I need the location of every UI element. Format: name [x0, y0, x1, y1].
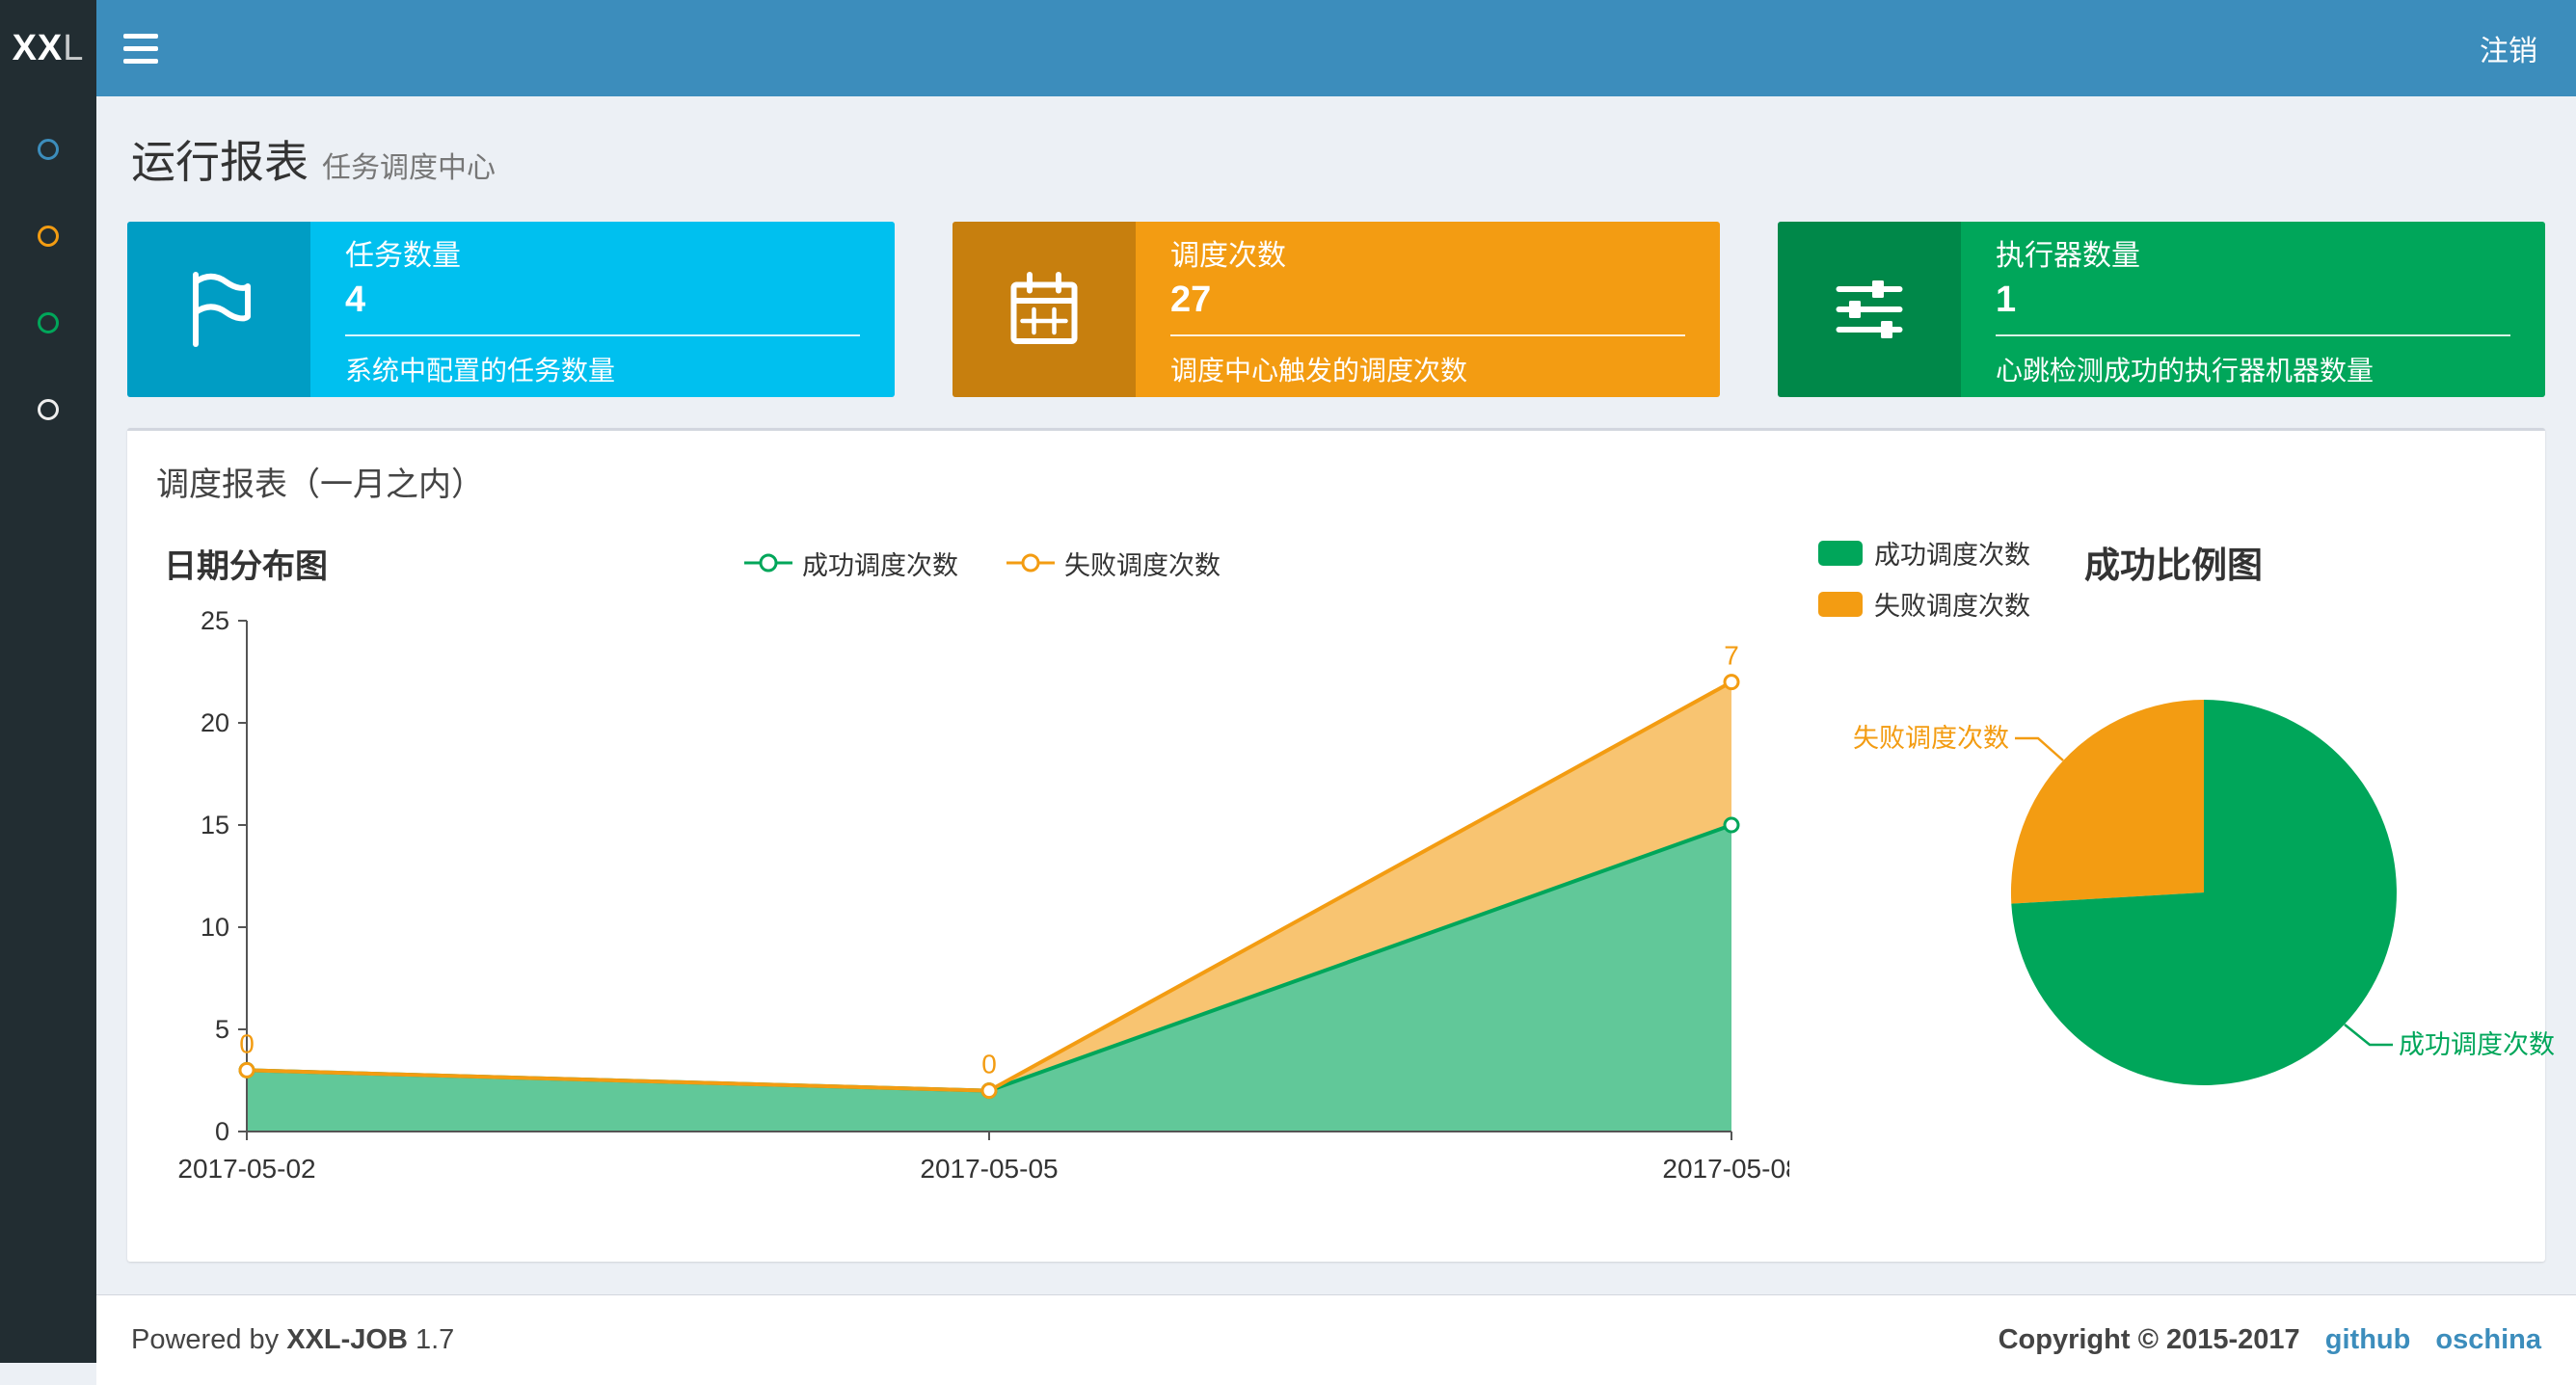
date-distribution-chart: 05101520252017-05-02 2017-05-05 2017-05-08…	[177, 606, 1800, 1184]
legend-swatch	[1818, 540, 1863, 566]
legend-label: 失败调度次数	[1874, 592, 2030, 621]
legend-item-success[interactable]: 成功调度次数	[1818, 534, 2030, 572]
success-callout-label: 成功调度次数	[2399, 1030, 2555, 1059]
svg-text:2017-05-02: 2017-05-02	[177, 1154, 315, 1184]
sidebar-item-2[interactable]	[0, 193, 96, 280]
powered-prefix: Powered by	[131, 1324, 280, 1355]
fail-point	[1723, 674, 1740, 691]
sidebar-item-4[interactable]	[0, 366, 96, 453]
sidebar-item-3[interactable]	[0, 280, 96, 366]
info-box-value: 27	[1170, 279, 1212, 320]
fail-callout-line	[2015, 736, 2064, 761]
info-box-title: 执行器数量	[1996, 239, 2140, 272]
copyright-area: Copyright © 2015-2017 github oschina	[1999, 1324, 2541, 1356]
svg-text:2017-05-05: 2017-05-05	[920, 1154, 1058, 1184]
svg-text:10: 10	[201, 913, 229, 942]
sidebar-item-1[interactable]	[0, 106, 96, 193]
legend-label: 成功调度次数	[802, 550, 958, 580]
summary-boxes-row: 任务数量 4 系统中配置的任务数量 调度次数 27 调度中心触发的调度次数 执行…	[96, 197, 2576, 422]
github-link[interactable]: github	[2325, 1324, 2411, 1355]
point-label: 0	[981, 1050, 997, 1079]
logo-text-light: L	[63, 27, 85, 68]
circle-icon	[38, 139, 59, 160]
pie-slice-1	[2010, 700, 2204, 904]
logout-link[interactable]: 注销	[2441, 0, 2576, 96]
success-point	[1723, 816, 1740, 834]
info-box-trigger-count: 调度次数 27 调度中心触发的调度次数	[953, 222, 1720, 397]
product-name: XXL-JOB	[286, 1324, 408, 1355]
page-footer: Powered by XXL-JOB 1.7 Copyright © 2015-…	[96, 1294, 2576, 1385]
info-box-description: 调度中心触发的调度次数	[1170, 355, 1468, 386]
page-title: 运行报表	[131, 137, 309, 187]
fail-callout-label: 失败调度次数	[1853, 724, 2009, 753]
legend-label: 失败调度次数	[1064, 550, 1221, 580]
circle-icon	[38, 399, 59, 420]
success-ratio-chart: 失败调度次数 成功调度次数	[1853, 700, 2555, 1085]
hamburger-icon	[123, 33, 158, 39]
sliders-icon	[1778, 222, 1961, 397]
line-chart-title: 日期分布图	[164, 547, 328, 585]
info-box-value: 4	[345, 279, 366, 320]
info-box-title: 任务数量	[345, 239, 461, 272]
legend-swatch	[1818, 591, 1863, 617]
pie-chart-title: 成功比例图	[2084, 546, 2263, 585]
point-label: 0	[239, 1028, 255, 1058]
info-box-description: 系统中配置的任务数量	[345, 355, 616, 386]
powered-by: Powered by XXL-JOB 1.7	[131, 1324, 454, 1356]
sidebar-toggle-button[interactable]	[96, 0, 185, 96]
report-panel-title: 调度报表（一月之内）	[156, 466, 484, 503]
success-callout-line	[2344, 1024, 2393, 1047]
report-panel-body: 日期分布图 成功调度次数 失败调度次数 0 5 10 15 20 25 2017…	[127, 524, 2555, 1262]
product-version: 1.7	[415, 1324, 455, 1355]
main-content: 运行报表 任务调度中心 任务数量 4 系统中配置的任务数量 调度次数 27 调度…	[96, 96, 2576, 1385]
info-box-content: 调度次数 27 调度中心触发的调度次数	[1136, 222, 1720, 397]
circle-icon	[38, 226, 59, 247]
app-logo[interactable]: XX L	[0, 0, 96, 96]
info-box-content: 执行器数量 1 心跳检测成功的执行器机器数量	[1961, 222, 2545, 397]
date-distribution-block: 日期分布图 成功调度次数 失败调度次数 0 5 10 15 20 25 2017…	[150, 534, 1809, 1233]
info-box-value: 1	[1996, 279, 2017, 320]
oschina-link[interactable]: oschina	[2435, 1324, 2541, 1355]
y-axis-labels: 0 5 10 15 20 25	[201, 606, 229, 1146]
success-ratio-block: 成功调度次数 失败调度次数 成功比例图 失败调度次数 成功调度次数	[1809, 534, 2576, 1233]
point-label: 7	[1724, 641, 1739, 671]
svg-text:25: 25	[201, 606, 229, 635]
line-circle-marker-icon	[744, 553, 792, 573]
page-header: 运行报表 任务调度中心	[96, 96, 2576, 197]
legend-item-fail[interactable]: 失败调度次数	[1818, 585, 2030, 623]
line-chart-legend: 成功调度次数 失败调度次数	[328, 545, 1635, 582]
top-navbar: XX L 注销	[0, 0, 2576, 96]
line-circle-marker-icon	[1006, 553, 1055, 573]
legend-item-fail[interactable]: 失败调度次数	[1005, 545, 1221, 582]
copyright-text: Copyright © 2015-2017	[1998, 1324, 2300, 1355]
calendar-icon	[953, 222, 1136, 397]
page-subtitle: 任务调度中心	[322, 152, 496, 184]
fail-point	[980, 1082, 998, 1100]
info-box-title: 调度次数	[1170, 239, 1286, 272]
svg-text:0: 0	[215, 1117, 229, 1146]
legend-item-success[interactable]: 成功调度次数	[742, 545, 958, 582]
report-panel: 调度报表（一月之内） 日期分布图 成功调度次数 失败调度次数 0 5 10 15…	[127, 428, 2555, 1262]
divider	[1170, 333, 1685, 336]
svg-text:5: 5	[215, 1015, 229, 1044]
info-box-executor-count: 执行器数量 1 心跳检测成功的执行器机器数量	[1778, 222, 2545, 397]
logo-text-bold: XX	[12, 27, 64, 68]
info-box-content: 任务数量 4 系统中配置的任务数量	[310, 222, 895, 397]
flag-icon	[127, 222, 310, 397]
svg-text:2017-05-08: 2017-05-08	[1662, 1154, 1789, 1184]
fail-point	[238, 1061, 255, 1079]
svg-text:20: 20	[201, 708, 229, 737]
info-box-job-count: 任务数量 4 系统中配置的任务数量	[127, 222, 895, 397]
legend-label: 成功调度次数	[1874, 541, 2030, 570]
circle-icon	[38, 312, 59, 333]
info-box-description: 心跳检测成功的执行器机器数量	[1996, 355, 2375, 386]
hamburger-icon	[123, 58, 158, 64]
sidebar-nav	[0, 96, 96, 1363]
hamburger-icon	[123, 45, 158, 51]
divider	[1996, 333, 2510, 336]
divider	[345, 333, 860, 336]
svg-text:15: 15	[201, 811, 229, 839]
pie-chart-legend: 成功调度次数 失败调度次数	[1818, 534, 2030, 623]
x-axis-labels: 2017-05-02 2017-05-05 2017-05-08	[177, 1154, 1800, 1184]
